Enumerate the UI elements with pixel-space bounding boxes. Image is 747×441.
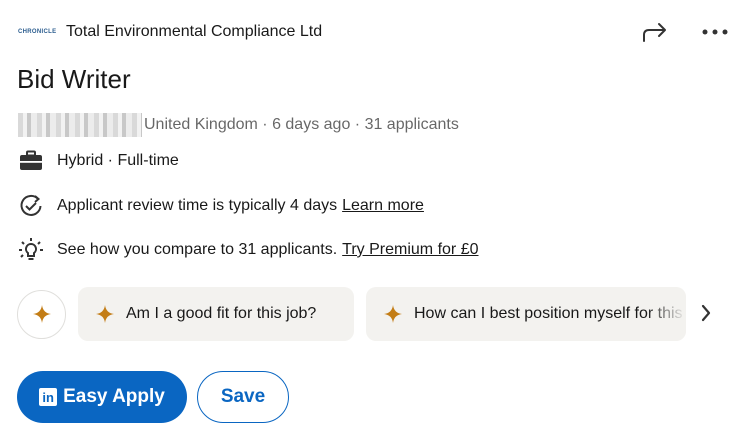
carousel-next-button[interactable] [697,301,715,325]
job-header: CHRONICLE Total Environmental Compliance… [18,18,730,46]
prompt-chip-position[interactable]: How can I best position myself for this … [366,287,686,341]
more-options-button[interactable] [700,18,730,46]
header-actions [640,18,730,46]
ai-assistant-button[interactable] [17,289,66,339]
prompt-chip-good-fit[interactable]: Am I a good fit for this job? [78,287,354,341]
review-time-row: Applicant review time is typically 4 day… [18,193,424,219]
redacted-location [18,113,142,137]
easy-apply-button[interactable]: in Easy Apply [17,371,187,423]
more-dots-icon [702,29,728,35]
briefcase-icon [18,149,46,173]
workplace-row: Hybrid · Full-time [18,148,179,174]
save-button[interactable]: Save [197,371,289,423]
chip-fade-overlay [646,287,686,341]
share-arrow-icon [643,23,666,42]
job-meta: United Kingdom · 6 days ago · 31 applica… [18,113,459,137]
save-label: Save [220,386,266,407]
linkedin-logo-icon: in [39,388,58,406]
job-meta-text: United Kingdom · 6 days ago · 31 applica… [144,116,459,133]
lightbulb-icon [18,238,46,262]
sparkle-icon [96,305,114,323]
compare-row: See how you compare to 31 applicants. Tr… [18,237,479,263]
workplace-text: Hybrid · Full-time [57,152,179,169]
sparkle-icon [384,305,402,323]
share-button[interactable] [640,18,670,46]
ai-prompt-carousel: Am I a good fit for this job? How can I … [17,287,686,341]
review-time-text: Applicant review time is typically 4 day… [57,197,338,214]
prompt-chip-label: Am I a good fit for this job? [126,305,317,322]
check-circle-icon [18,194,46,218]
company-name[interactable]: Total Environmental Compliance Ltd [66,23,322,41]
company-logo[interactable]: CHRONICLE [18,21,56,43]
learn-more-link[interactable]: Learn more [342,197,424,215]
try-premium-link[interactable]: Try Premium for £0 [342,241,478,259]
compare-text: See how you compare to 31 applicants. [57,241,338,258]
sparkle-icon [32,305,51,323]
job-title: Bid Writer [17,64,131,94]
easy-apply-label: Easy Apply [63,386,165,407]
chevron-right-icon [701,304,711,322]
